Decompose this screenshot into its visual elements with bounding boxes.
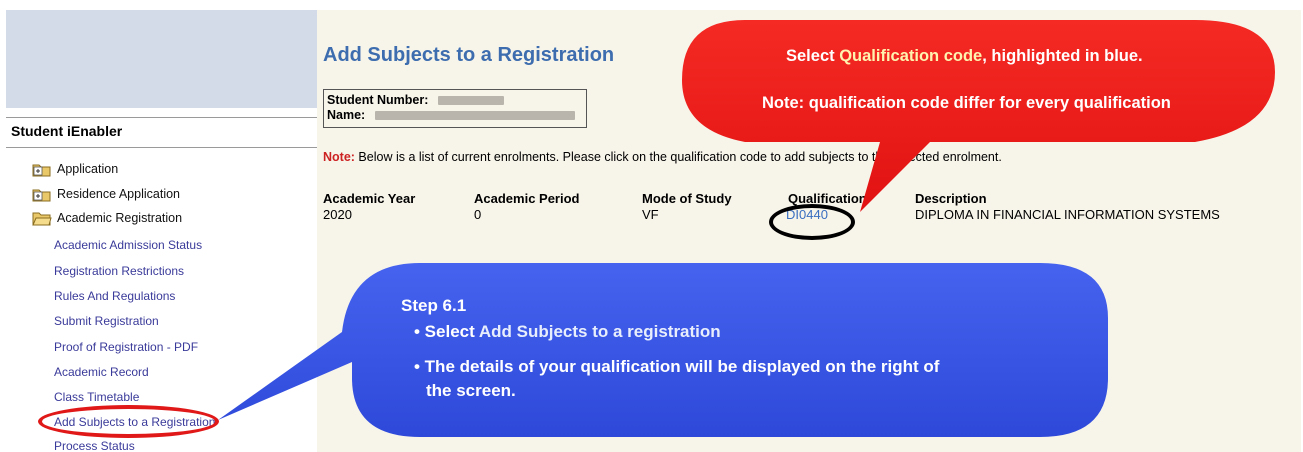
student-info-box: Student Number: Name: xyxy=(323,89,587,128)
student-number-label: Student Number: xyxy=(327,93,429,107)
column-header-description: Description xyxy=(915,191,987,206)
red-callout-line1: Select Qualification code, highlighted i… xyxy=(786,47,1143,66)
folder-open-icon xyxy=(32,211,52,226)
redacted-student-name xyxy=(375,111,576,120)
student-number-row: Student Number: xyxy=(327,93,583,108)
blue-callout-bullet2: • The details of your qualification will… xyxy=(414,357,940,376)
column-header-academic-year: Academic Year xyxy=(323,191,416,206)
sidebar-banner xyxy=(6,10,317,108)
folder-plus-icon xyxy=(32,187,52,202)
cell-academic-period: 0 xyxy=(474,207,482,222)
sidebar-folder-academic-registration[interactable]: Academic Registration xyxy=(32,211,183,226)
blue-callout-bullet1: • Select Add Subjects to a registration xyxy=(414,322,721,342)
student-name-label: Name: xyxy=(327,108,366,122)
sidebar-highlight-ellipse xyxy=(38,405,219,438)
sidebar-link-registration-restrictions[interactable]: Registration Restrictions xyxy=(54,264,184,278)
note-text: Below is a list of current enrolments. P… xyxy=(354,150,1002,164)
sidebar-link-rules-and-regulations[interactable]: Rules And Regulations xyxy=(54,289,175,303)
sidebar-link-submit-registration[interactable]: Submit Registration xyxy=(54,314,159,328)
cell-mode-of-study: VF xyxy=(642,207,659,222)
sidebar-folder-label: Application xyxy=(57,162,119,176)
redacted-student-number xyxy=(438,96,505,105)
column-header-mode-of-study: Mode of Study xyxy=(642,191,732,206)
sidebar-link-class-timetable[interactable]: Class Timetable xyxy=(54,390,139,404)
sidebar-folder-label: Academic Registration xyxy=(57,211,183,225)
red-callout-text: Select xyxy=(786,47,840,65)
sidebar-folder-application[interactable]: Application xyxy=(32,162,119,177)
note-line: Note: Below is a list of current enrolme… xyxy=(323,150,1002,164)
red-callout-line2: Note: qualification code differ for ever… xyxy=(762,94,1171,112)
sidebar-folder-residence-application[interactable]: Residence Application xyxy=(32,187,180,202)
qualification-highlight-circle xyxy=(769,204,855,240)
folder-plus-icon xyxy=(32,162,52,177)
red-callout-highlight: Qualification code xyxy=(839,47,983,65)
blue-callout-text: • Select xyxy=(414,322,479,341)
blue-callout-bullet2-continued: the screen. xyxy=(426,381,516,400)
column-header-academic-period: Academic Period xyxy=(474,191,580,206)
page-title: Add Subjects to a Registration xyxy=(323,44,615,66)
cell-academic-year: 2020 xyxy=(323,207,352,222)
sidebar-link-proof-of-registration[interactable]: Proof of Registration - PDF xyxy=(54,340,198,354)
sidebar-link-academic-admission-status[interactable]: Academic Admission Status xyxy=(54,238,202,252)
note-label: Note: xyxy=(323,150,355,164)
sidebar-link-academic-record[interactable]: Academic Record xyxy=(54,365,149,379)
blue-callout-step: Step 6.1 xyxy=(401,296,467,315)
sidebar-folder-label: Residence Application xyxy=(57,187,180,201)
sidebar-title: Student iEnabler xyxy=(11,123,123,139)
student-name-row: Name: xyxy=(327,108,583,123)
red-callout-text: , highlighted in blue. xyxy=(982,47,1143,65)
divider xyxy=(6,117,317,118)
sidebar-link-process-status[interactable]: Process Status xyxy=(54,439,135,452)
cell-description: DIPLOMA IN FINANCIAL INFORMATION SYSTEMS xyxy=(915,207,1220,222)
blue-callout-highlight: Add Subjects to a registration xyxy=(478,322,721,341)
